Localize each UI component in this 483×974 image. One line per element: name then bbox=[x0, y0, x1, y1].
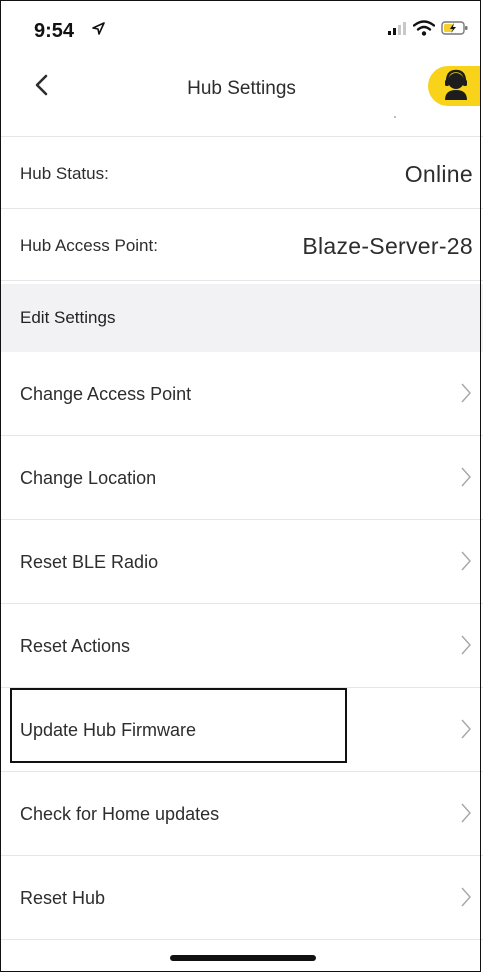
wifi-icon bbox=[413, 20, 435, 36]
support-button[interactable] bbox=[428, 66, 480, 106]
chevron-right-icon bbox=[461, 635, 471, 655]
battery-charging-icon bbox=[441, 21, 468, 35]
status-time: 9:54 bbox=[34, 20, 75, 42]
chevron-right-icon bbox=[461, 467, 471, 487]
menu-item-label: Change Location bbox=[20, 468, 157, 488]
page-title: Hub Settings bbox=[187, 78, 296, 99]
menu-item-reset-ble-radio[interactable]: Reset BLE Radio bbox=[0, 520, 483, 604]
section-header: Edit Settings bbox=[0, 284, 483, 352]
home-indicator[interactable] bbox=[170, 955, 316, 961]
menu-item-update-hub-firmware[interactable]: Update Hub Firmware bbox=[0, 688, 483, 772]
section-title: Edit Settings bbox=[20, 308, 116, 327]
menu-item-label: Update Hub Firmware bbox=[20, 720, 197, 740]
menu-item-label: Check for Home updates bbox=[20, 804, 220, 824]
hub-access-point-row: Hub Access Point: Blaze-Server-28 bbox=[0, 209, 483, 281]
hub-status-value: Online bbox=[404, 161, 473, 187]
menu-item-check-for-home-updates[interactable]: Check for Home updates bbox=[0, 772, 483, 856]
support-agent-icon bbox=[445, 69, 467, 100]
hub-status-row: Hub Status: Online bbox=[0, 137, 483, 209]
menu-item-label: Reset Actions bbox=[20, 636, 131, 656]
menu-item-label: Change Access Point bbox=[20, 384, 192, 404]
location-arrow-icon bbox=[92, 22, 105, 35]
chevron-right-icon bbox=[461, 887, 471, 907]
chevron-right-icon bbox=[461, 383, 471, 403]
hub-access-point-label: Hub Access Point: bbox=[20, 236, 158, 255]
cellular-signal-icon bbox=[388, 22, 406, 35]
menu-item-change-access-point[interactable]: Change Access Point bbox=[0, 352, 483, 436]
menu-item-label: Reset Hub bbox=[20, 888, 106, 908]
menu-item-change-location[interactable]: Change Location bbox=[0, 436, 483, 520]
status-bar: 9:54 bbox=[0, 0, 483, 52]
hub-access-point-value: Blaze-Server-28 bbox=[302, 233, 473, 259]
chevron-right-icon bbox=[461, 803, 471, 823]
chevron-right-icon bbox=[461, 719, 471, 739]
menu-item-reset-actions[interactable]: Reset Actions bbox=[0, 604, 483, 688]
menu-item-label: Reset BLE Radio bbox=[20, 552, 159, 572]
status-icons bbox=[387, 20, 469, 36]
menu-item-reset-hub[interactable]: Reset Hub bbox=[0, 856, 483, 940]
hub-status-label: Hub Status: bbox=[20, 164, 109, 183]
scroll-hint bbox=[394, 116, 396, 118]
chevron-right-icon bbox=[461, 551, 471, 571]
nav-bar: Hub Settings bbox=[0, 52, 483, 116]
